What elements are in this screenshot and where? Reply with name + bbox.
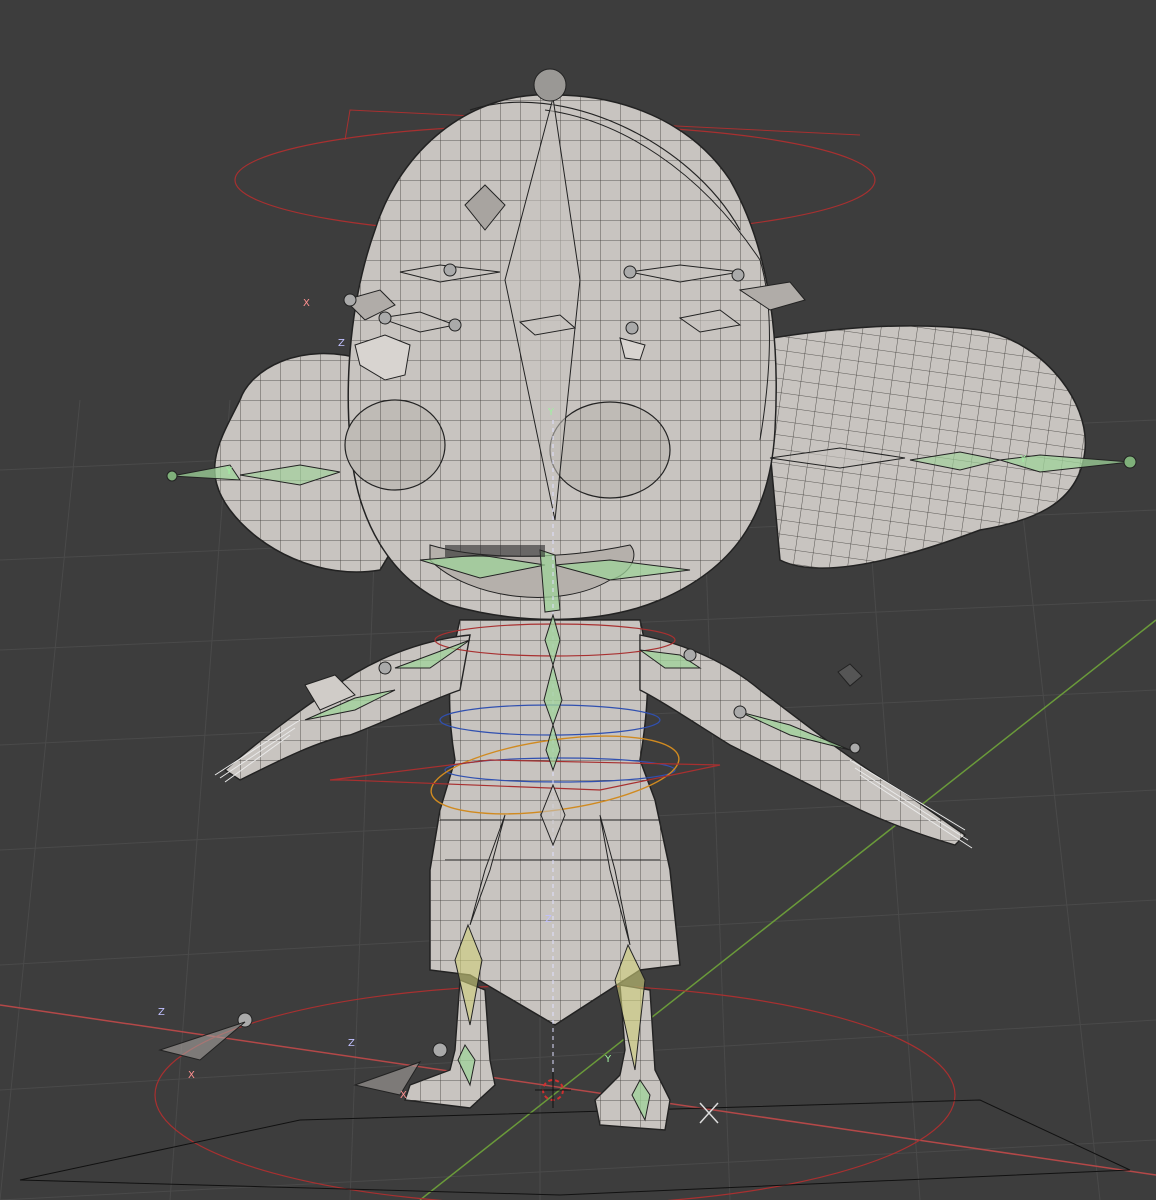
root-square[interactable]	[19, 1099, 1131, 1196]
axis-label-x: X	[303, 298, 310, 309]
axis-label-x-2: X	[188, 1070, 195, 1081]
axis-label-y-2: Y	[225, 466, 233, 477]
3d-viewport[interactable]: X X X Y Y Y Y Z Z Z Z	[0, 0, 1156, 1200]
axis-label-z-3: Z	[545, 914, 552, 925]
right-ear	[759, 325, 1086, 569]
left-leg	[404, 978, 496, 1109]
axis-label-y: Y	[547, 407, 555, 418]
axis-label-z-4: Z	[338, 338, 345, 349]
axis-label-z-2: Z	[348, 1038, 355, 1049]
bone-head-tip[interactable]	[533, 68, 567, 102]
ik-target-left[interactable]	[432, 1042, 448, 1058]
axis-label-y-4: Y	[604, 1054, 612, 1065]
viewport-canvas[interactable]: X X X Y Y Y Y Z Z Z Z	[0, 0, 1156, 1200]
axis-label-y-3: Y	[1019, 454, 1027, 465]
axis-label-z: Z	[158, 1007, 165, 1018]
empty-floating[interactable]	[837, 663, 863, 687]
axis-label-x-3: X	[400, 1090, 407, 1101]
light-icon[interactable]	[699, 1102, 719, 1124]
